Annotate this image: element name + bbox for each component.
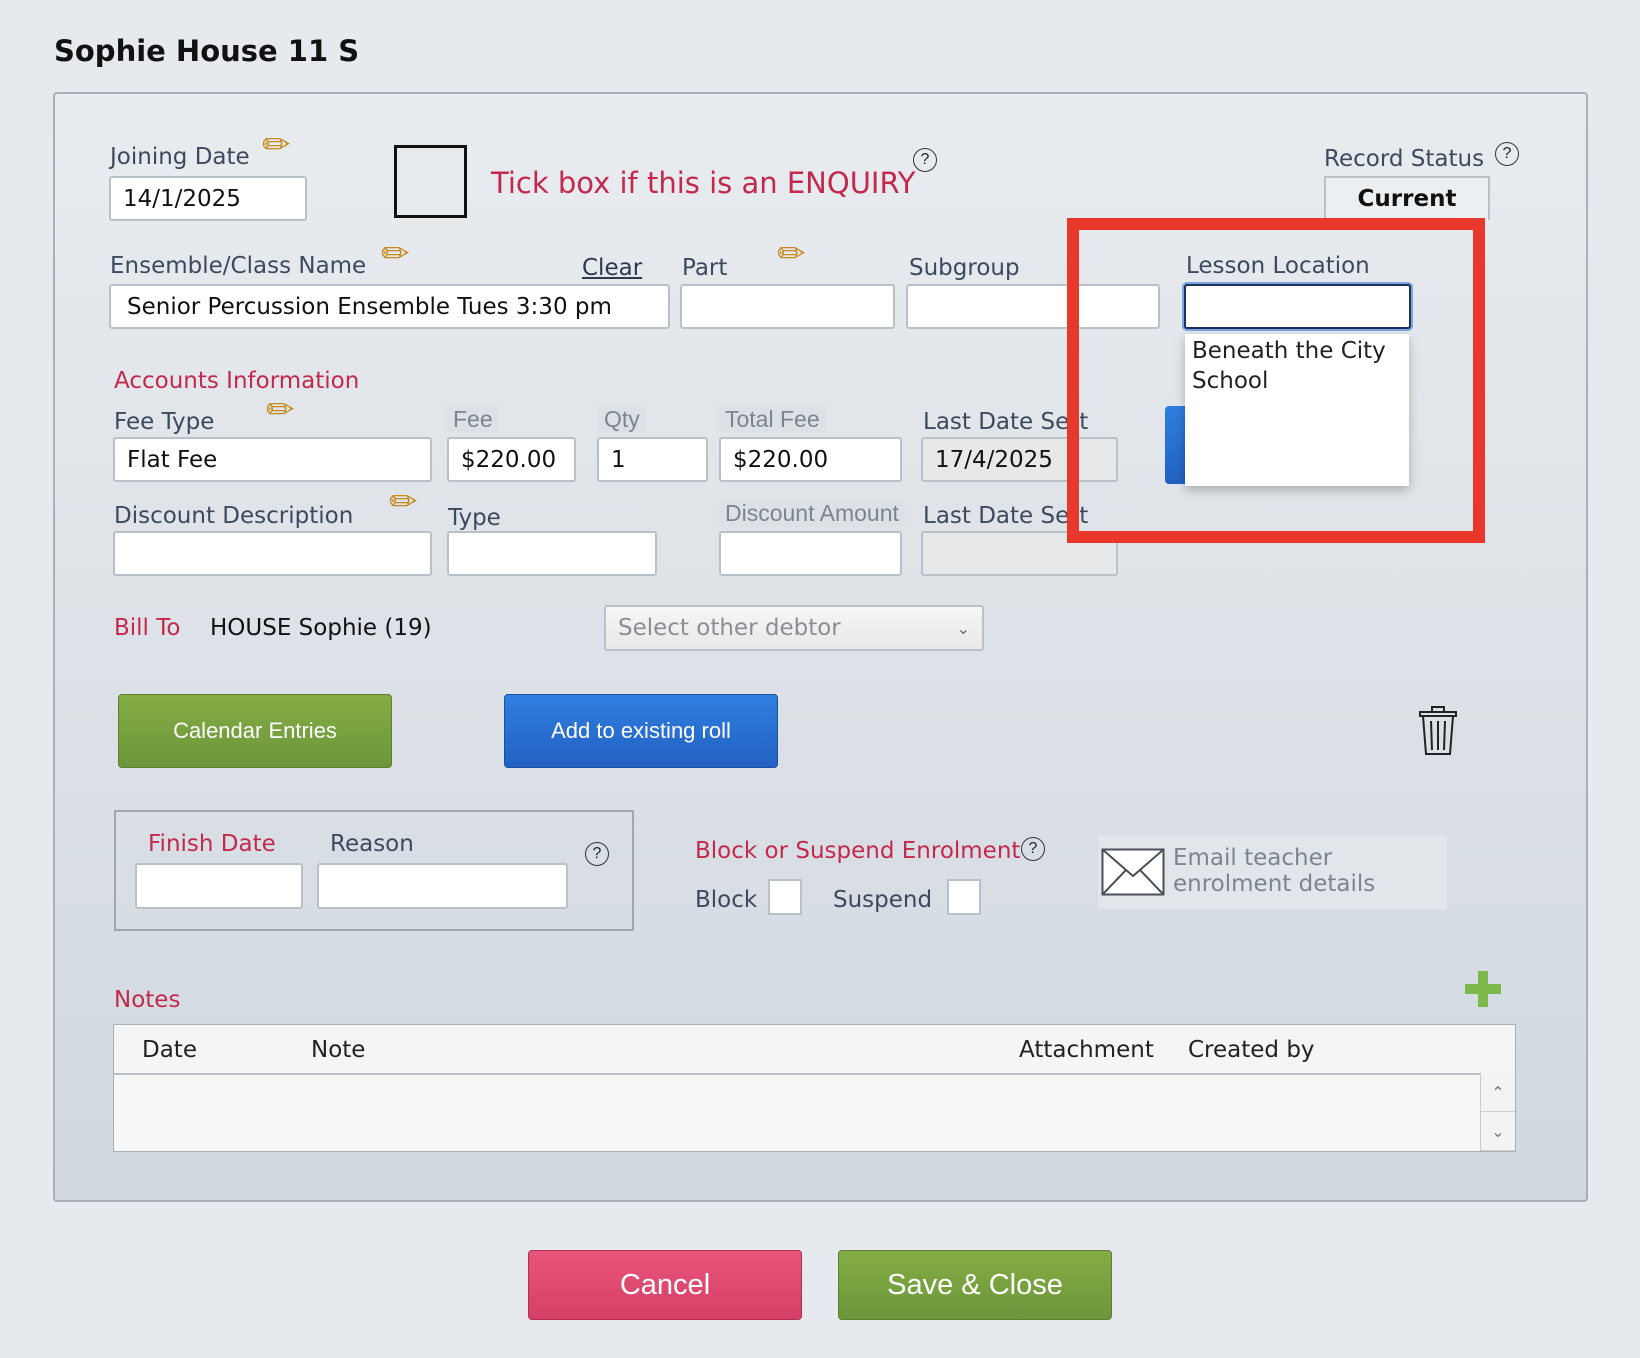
highlight-box bbox=[1067, 218, 1485, 543]
total-fee-label: Total Fee bbox=[719, 406, 826, 433]
column-header-note[interactable]: Note bbox=[311, 1037, 365, 1063]
column-header-date[interactable]: Date bbox=[142, 1037, 197, 1063]
ensemble-field[interactable]: Senior Percussion Ensemble Tues 3:30 pm bbox=[109, 284, 670, 329]
column-header-created-by[interactable]: Created by bbox=[1188, 1037, 1315, 1063]
discount-type-field[interactable] bbox=[447, 531, 657, 576]
pencil-icon[interactable]: ✏ bbox=[777, 237, 806, 271]
joining-date-field[interactable]: 14/1/2025 bbox=[109, 176, 307, 221]
discount-amount-label: Discount Amount bbox=[719, 500, 905, 527]
help-icon[interactable]: ? bbox=[1021, 837, 1045, 861]
calendar-entries-button[interactable]: Calendar Entries bbox=[118, 694, 392, 768]
part-label: Part bbox=[682, 255, 728, 281]
bill-to-label: Bill To bbox=[114, 615, 181, 641]
type-label: Type bbox=[448, 505, 501, 531]
block-checkbox[interactable] bbox=[768, 879, 802, 915]
pencil-icon[interactable]: ✏ bbox=[381, 237, 410, 271]
fee-type-field[interactable]: Flat Fee bbox=[113, 437, 432, 482]
qty-field[interactable]: 1 bbox=[597, 437, 708, 482]
clear-link[interactable]: Clear bbox=[582, 255, 642, 281]
column-header-attachment[interactable]: Attachment bbox=[1019, 1037, 1154, 1063]
reason-label: Reason bbox=[330, 831, 414, 857]
joining-date-label: Joining Date bbox=[110, 144, 250, 170]
block-label: Block bbox=[695, 887, 758, 913]
cancel-button[interactable]: Cancel bbox=[528, 1250, 802, 1320]
email-teacher-button[interactable]: Email teacher enrolment details bbox=[1098, 835, 1447, 909]
pencil-icon[interactable]: ✏ bbox=[389, 485, 418, 519]
trash-icon[interactable] bbox=[1419, 706, 1457, 760]
notes-heading: Notes bbox=[114, 987, 181, 1013]
help-icon[interactable]: ? bbox=[913, 148, 937, 172]
chevron-down-icon: ⌄ bbox=[956, 618, 970, 638]
save-close-button[interactable]: Save & Close bbox=[838, 1250, 1112, 1320]
accounts-heading: Accounts Information bbox=[114, 368, 360, 394]
discount-amount-field[interactable] bbox=[719, 531, 902, 576]
fee-field[interactable]: $220.00 bbox=[447, 437, 576, 482]
discount-description-field[interactable] bbox=[113, 531, 432, 576]
envelope-icon bbox=[1101, 848, 1165, 900]
discount-description-label: Discount Description bbox=[114, 503, 354, 529]
notes-scrollbar[interactable]: ⌃ ⌄ bbox=[1480, 1073, 1515, 1151]
finish-date-field[interactable] bbox=[135, 863, 303, 909]
block-suspend-heading: Block or Suspend Enrolment bbox=[695, 838, 1021, 864]
total-fee-field[interactable]: $220.00 bbox=[719, 437, 902, 482]
other-debtor-select[interactable]: Select other debtor ⌄ bbox=[604, 605, 984, 651]
suspend-label: Suspend bbox=[833, 887, 933, 913]
last-date-sent2-label: Last Date Se t bbox=[923, 503, 1089, 529]
pencil-icon[interactable]: ✏ bbox=[266, 393, 295, 427]
add-to-roll-button[interactable]: Add to existing roll bbox=[504, 694, 778, 768]
record-status-value[interactable]: Current bbox=[1324, 176, 1490, 220]
enquiry-label: Tick box if this is an ENQUIRY bbox=[491, 166, 916, 200]
finish-date-label: Finish Date bbox=[148, 831, 276, 857]
enquiry-checkbox[interactable] bbox=[394, 145, 467, 218]
fee-type-label: Fee Type bbox=[114, 409, 215, 435]
last-date-sent-label: Last Date Se t bbox=[923, 409, 1089, 435]
subgroup-label: Subgroup bbox=[909, 255, 1020, 281]
part-field[interactable] bbox=[680, 284, 895, 329]
notes-table: Date Note Attachment Created by ⌃ ⌄ bbox=[113, 1024, 1516, 1152]
qty-label: Qty bbox=[598, 406, 646, 433]
help-icon[interactable]: ? bbox=[1495, 142, 1519, 166]
scroll-down-icon[interactable]: ⌄ bbox=[1481, 1112, 1515, 1151]
ensemble-label: Ensemble/Class Name bbox=[110, 253, 367, 279]
fee-label: Fee bbox=[447, 406, 499, 433]
notes-table-header: Date Note Attachment Created by bbox=[114, 1025, 1515, 1075]
pencil-icon[interactable]: ✏ bbox=[262, 128, 291, 162]
suspend-checkbox[interactable] bbox=[947, 879, 981, 915]
plus-icon[interactable] bbox=[1465, 971, 1501, 1011]
email-teacher-label: Email teacher enrolment details bbox=[1173, 845, 1376, 897]
other-debtor-placeholder: Select other debtor bbox=[618, 615, 841, 641]
page-title: Sophie House 11 S bbox=[54, 34, 360, 68]
bill-to-value: HOUSE Sophie (19) bbox=[210, 615, 432, 641]
record-status-label: Record Status bbox=[1324, 146, 1485, 172]
help-icon[interactable]: ? bbox=[585, 842, 609, 866]
scroll-up-icon[interactable]: ⌃ bbox=[1481, 1073, 1515, 1112]
reason-field[interactable] bbox=[317, 863, 568, 909]
